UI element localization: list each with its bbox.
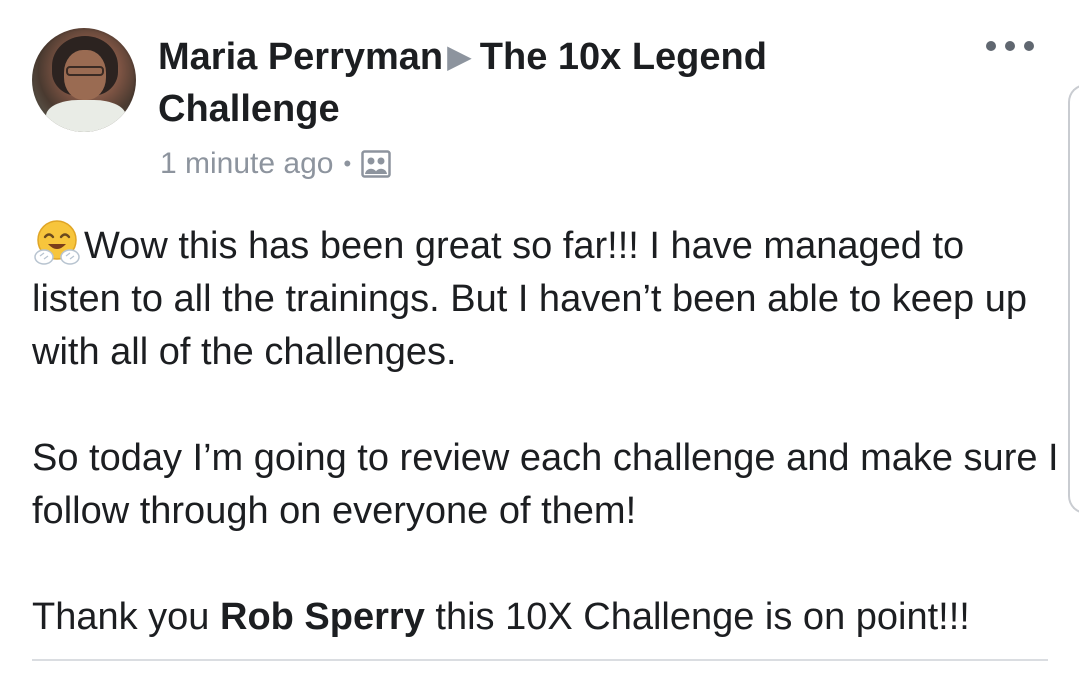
more-dot-icon [986, 41, 996, 51]
post-paragraph: Wow this has been great so far!!! I have… [32, 218, 1062, 379]
post-meta: 1 minute ago • [160, 142, 391, 186]
more-dot-icon [1005, 41, 1015, 51]
side-panel-edge [1068, 84, 1079, 514]
post-text: Wow this has been great so far!!! I have… [32, 218, 1062, 644]
post-paragraph: So today I’m going to review each challe… [32, 432, 1062, 538]
paragraph-text: Wow this has been great so far!!! I have… [32, 225, 1027, 373]
paragraph-text: this 10X Challenge is on point!!! [424, 596, 970, 638]
meta-separator: • [343, 151, 352, 176]
triangle-right-icon: ▶ [447, 38, 472, 74]
paragraph-text: So today I’m going to review each challe… [32, 437, 1059, 532]
post-paragraph: Thank you Rob Sperry this 10X Challenge … [32, 591, 1062, 644]
post-header: Maria Perryman ▶ The 10x Legend Challenge [158, 30, 918, 135]
hugging-face-emoji-icon [34, 220, 80, 265]
post-timestamp[interactable]: 1 minute ago [160, 147, 333, 181]
group-icon [361, 150, 391, 178]
post-divider [32, 659, 1048, 661]
mention-link[interactable]: Rob Sperry [220, 596, 425, 638]
avatar-shirt [46, 100, 126, 132]
author-name-link[interactable]: Maria Perryman [158, 36, 443, 78]
more-options-button[interactable] [986, 34, 1034, 58]
paragraph-text: Thank you [32, 596, 220, 638]
author-avatar[interactable] [32, 28, 136, 132]
more-dot-icon [1024, 41, 1034, 51]
avatar-glasses [66, 66, 104, 76]
